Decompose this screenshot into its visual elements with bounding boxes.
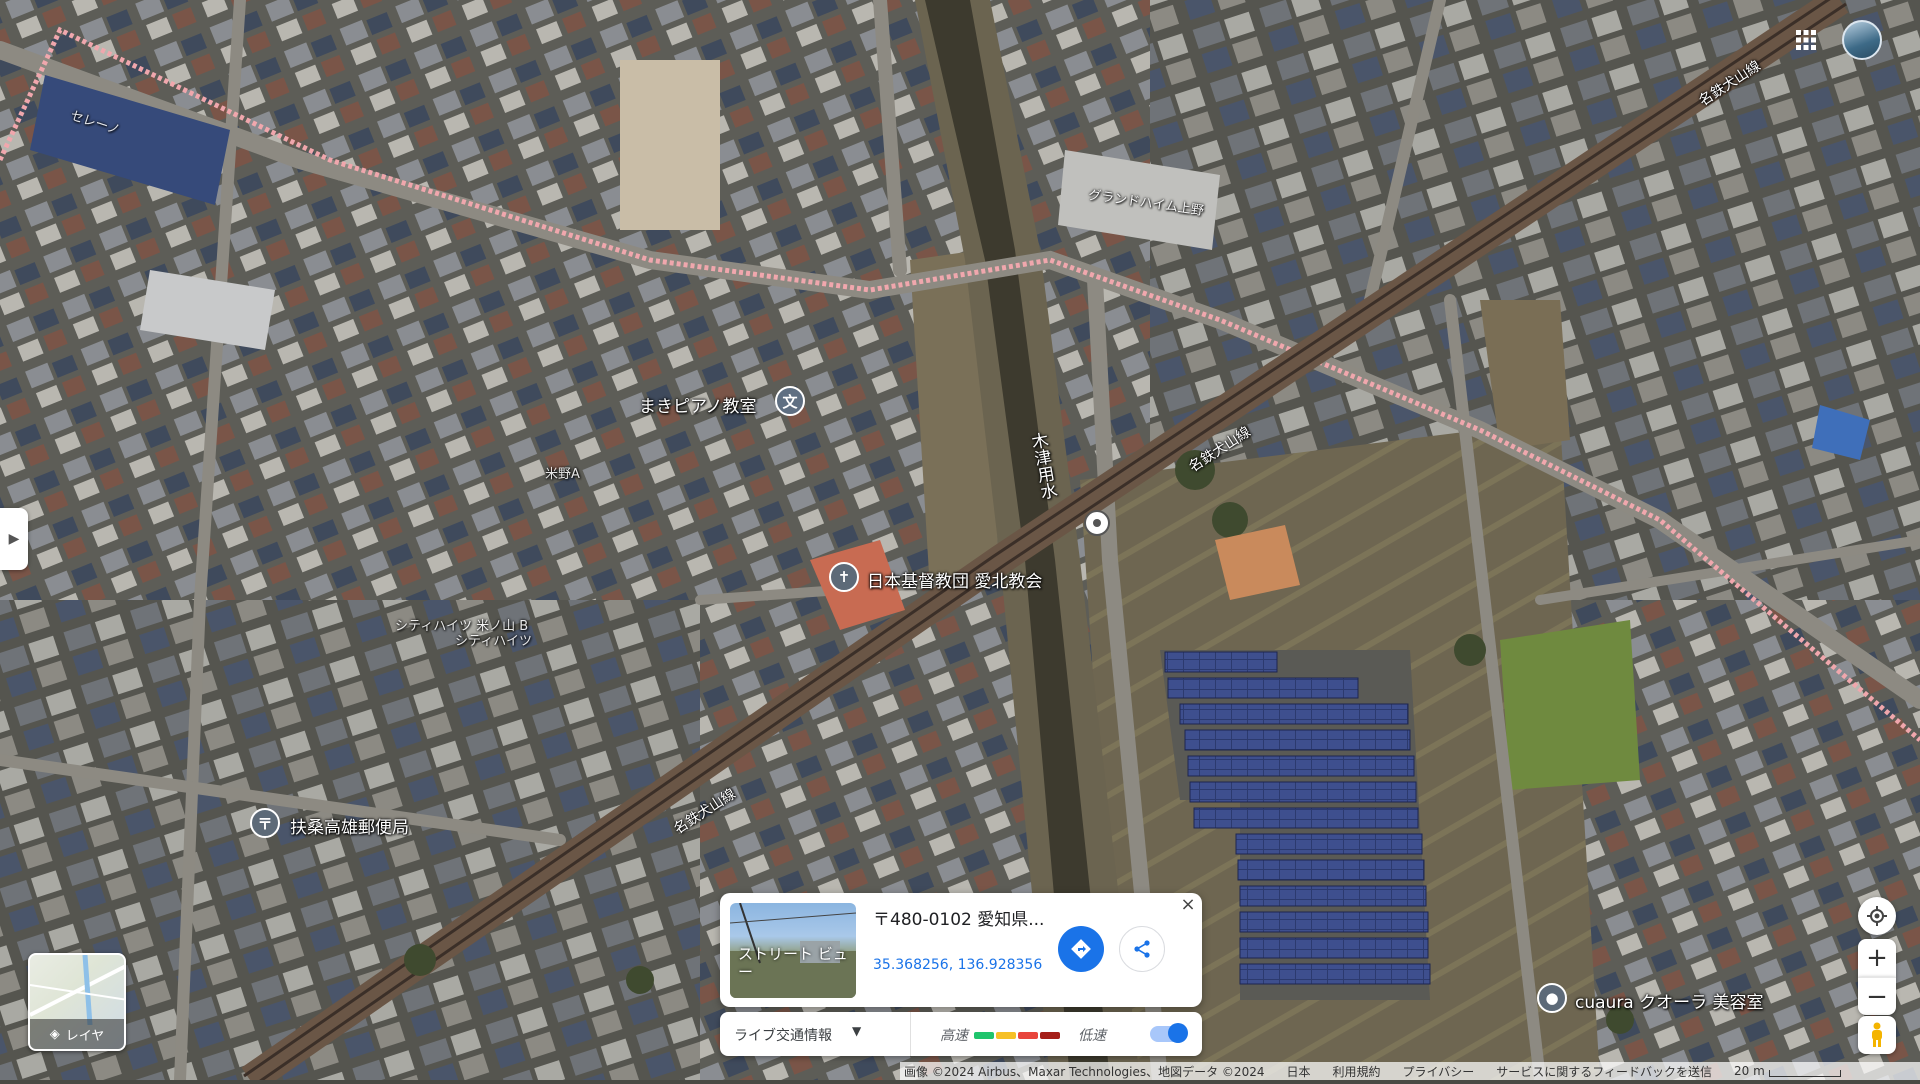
scale-label: 20 m [1734,1064,1765,1078]
share-button[interactable] [1119,926,1165,972]
divider [910,1012,911,1056]
my-location-button[interactable] [1858,897,1896,935]
pin-icon: ● [1537,983,1567,1013]
map-label-salon: cuaura クオーラ 美容室 [1575,993,1764,1013]
scale-control[interactable]: 20 m [1734,1064,1841,1078]
terms-link[interactable]: 利用規約 [1333,1063,1381,1080]
privacy-link[interactable]: プライバシー [1403,1063,1475,1080]
caret-down-icon[interactable]: ▼ [852,1024,861,1038]
toggle-knob [1168,1023,1188,1043]
plus-icon: + [1866,943,1888,973]
cross-icon: ✝ [829,562,859,592]
street-view-label: ストリート ビュー [738,945,848,981]
directions-button[interactable] [1058,926,1104,972]
expand-panel-button[interactable]: ▶ [0,508,28,570]
directions-icon [1071,939,1091,959]
map-label-building: 米野A [545,467,580,482]
minus-icon: − [1866,981,1888,1012]
country-link[interactable]: 日本 [1286,1063,1310,1080]
school-icon: 文 [775,386,805,416]
map-label-piano-school: まきピアノ教室 [639,397,757,417]
map-label-post-office: 扶桑高雄郵便局 [290,818,409,838]
traffic-color-yellow [996,1032,1016,1039]
traffic-color-green [974,1032,994,1039]
scale-bar [1768,1069,1841,1077]
street-view-thumbnail[interactable]: ストリート ビュー [730,903,856,998]
attribution-text: 画像 ©2024 Airbus、Maxar Technologies、地図データ… [904,1064,1265,1079]
map-footer: 画像 ©2024 Airbus、Maxar Technologies、地図データ… [900,1062,1920,1080]
dropped-pin-icon[interactable] [1084,510,1110,536]
layers-button[interactable]: ◈ レイヤ [28,953,126,1051]
post-office-icon: 〒 [250,808,280,838]
chevron-right-icon: ▶ [8,531,20,547]
share-icon [1134,940,1150,958]
apps-button[interactable] [1788,22,1824,58]
map-label-church: 日本基督教団 愛北教会 [867,572,1043,592]
feedback-link[interactable]: サービスに関するフィードバックを送信 [1496,1063,1712,1080]
traffic-bar: ライブ交通情報 ▼ 高速 低速 [720,1012,1202,1056]
zoom-in-button[interactable]: + [1858,939,1896,977]
crosshair-icon [1867,906,1887,926]
traffic-toggle[interactable] [1150,1023,1188,1043]
layers-thumbnail [30,955,124,1026]
account-avatar[interactable] [1842,20,1882,60]
layers-label: レイヤ [65,1028,105,1044]
layers-label-row: ◈ レイヤ [30,1019,124,1049]
grid-icon [1796,30,1816,50]
zoom-out-button[interactable]: − [1858,977,1896,1015]
map-label-building: シティハイツ [455,634,532,649]
traffic-slow-label: 低速 [1078,1028,1106,1044]
close-icon[interactable]: × [1178,895,1198,915]
pegman-button[interactable] [1858,1016,1896,1054]
traffic-fast-label: 高速 [940,1028,968,1044]
pegman-icon [1872,1022,1882,1047]
coordinates-link[interactable]: 35.368256, 136.928356 [873,957,1042,973]
live-traffic-dropdown[interactable]: ライブ交通情報 [734,1025,832,1045]
location-info-card: ストリート ビュー 〒480-0102 愛知県... 35.368256, 13… [720,893,1202,1007]
traffic-color-darkred [1040,1032,1060,1039]
traffic-color-red [1018,1032,1038,1039]
layers-icon: ◈ [49,1026,60,1042]
